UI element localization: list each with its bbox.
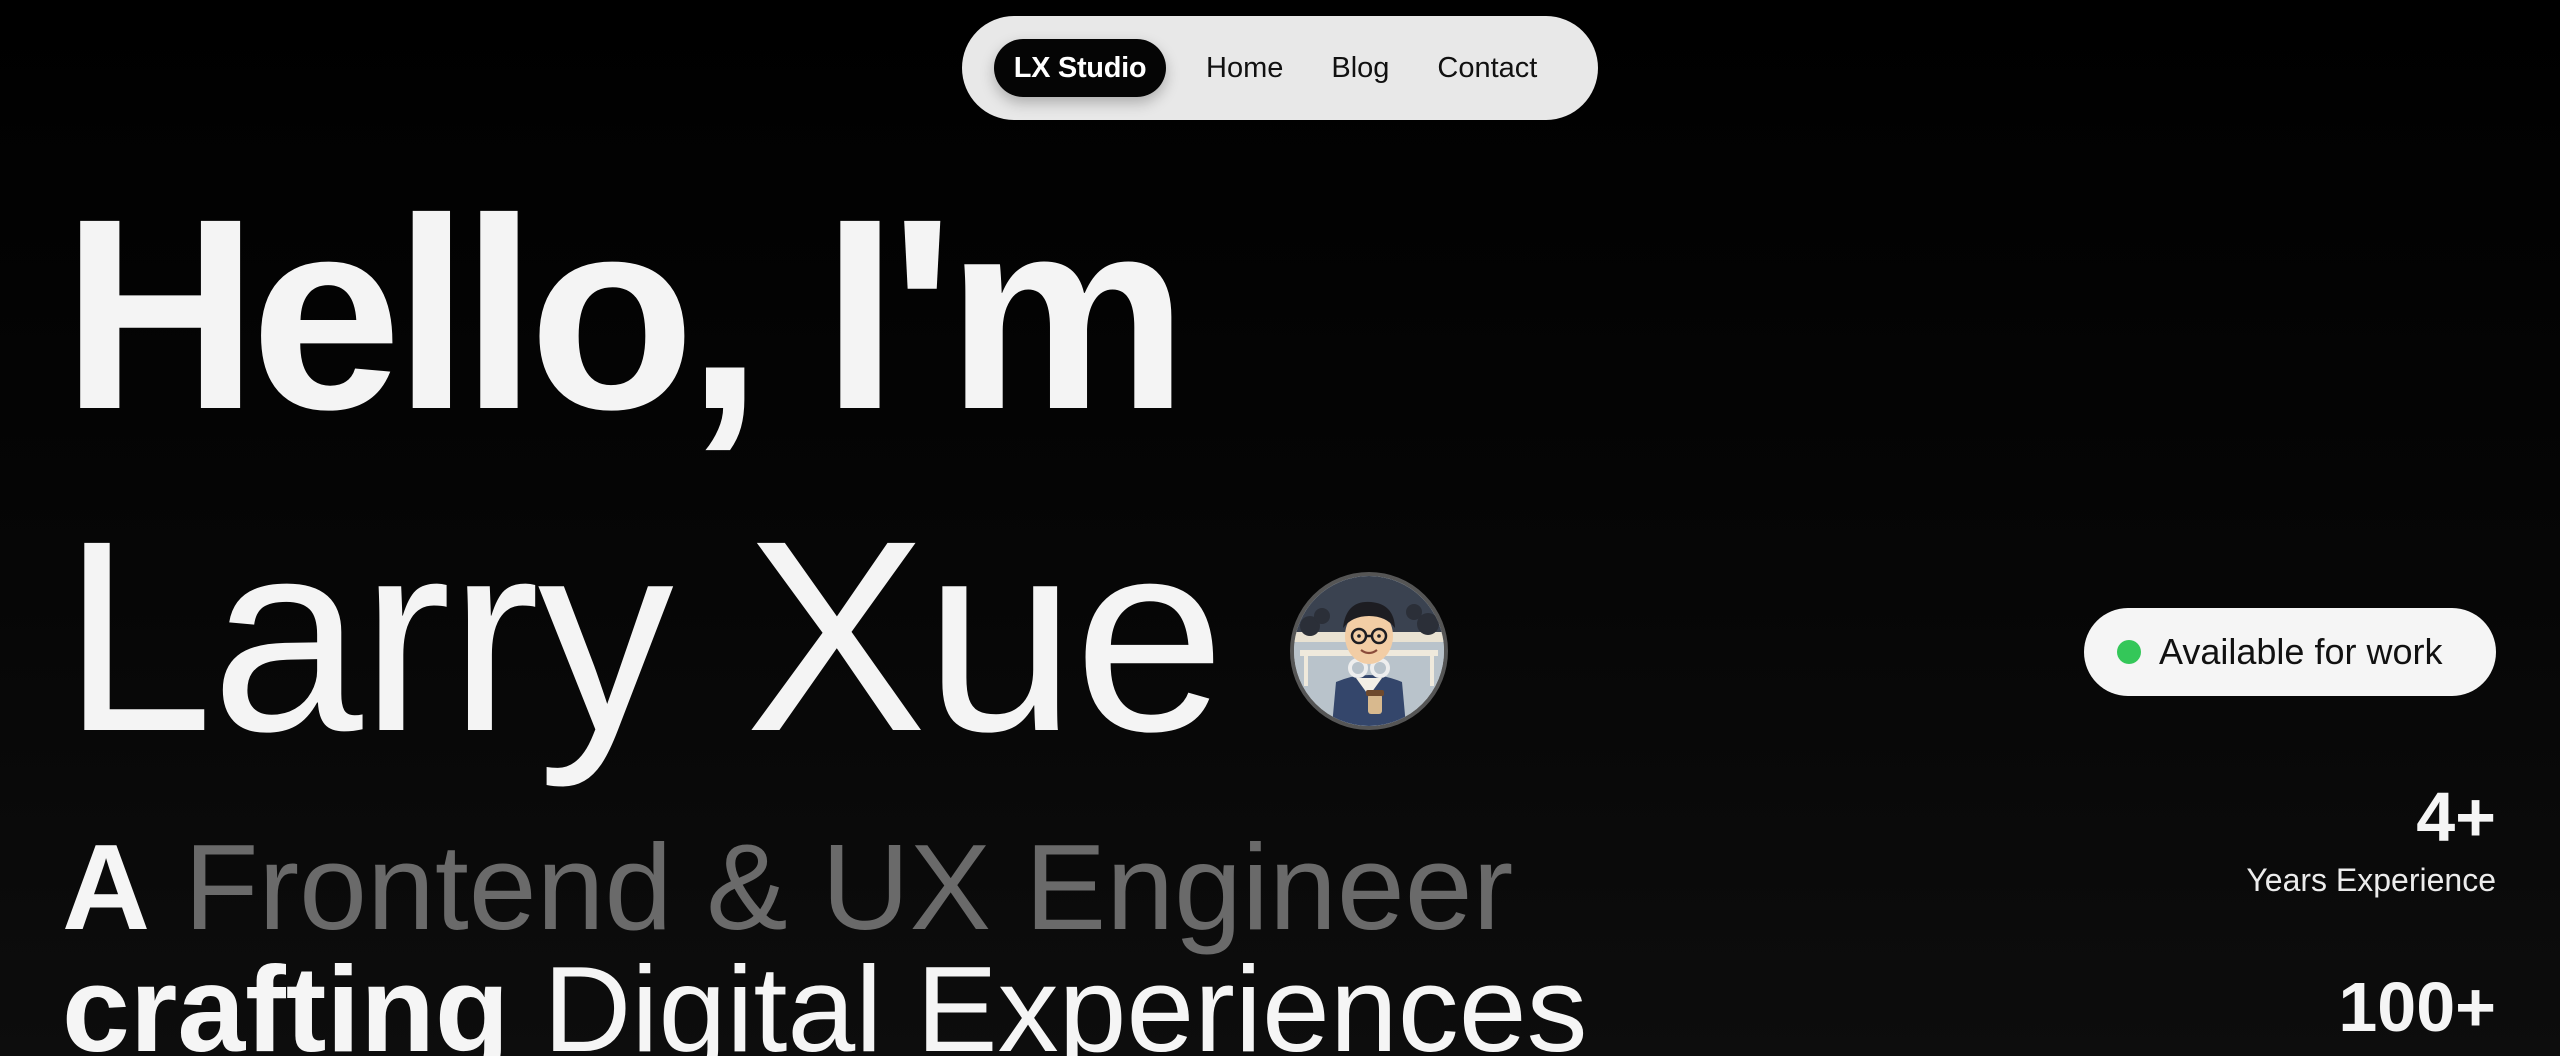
stat-label: Years Experience xyxy=(2246,862,2496,898)
nav-link-contact[interactable]: Contact xyxy=(1437,52,1537,85)
tagline-line-2: crafting Digital Experiences xyxy=(62,948,1588,1056)
top-nav: LX Studio Home Blog Contact xyxy=(962,16,1598,120)
tagline-line-1: A Frontend & UX Engineer xyxy=(62,826,1513,948)
availability-label: Available for work xyxy=(2159,631,2443,672)
nav-link-blog[interactable]: Blog xyxy=(1331,52,1389,85)
status-dot-icon xyxy=(2117,640,2141,664)
brand-link[interactable]: LX Studio xyxy=(994,39,1166,97)
page: LX Studio Home Blog Contact Hello, I'm L… xyxy=(0,0,2560,1056)
avatar xyxy=(1290,572,1448,730)
tagline-role: Frontend & UX Engineer xyxy=(184,819,1514,955)
stat-value: 100+ xyxy=(2338,968,2496,1046)
stat-experience: 4+ Years Experience xyxy=(2246,782,2496,899)
avatar-illustration-icon xyxy=(1294,576,1444,726)
availability-badge[interactable]: Available for work xyxy=(2084,608,2496,696)
tagline-object: Digital Experiences xyxy=(543,941,1588,1056)
hero-name: Larry Xue xyxy=(62,484,1225,788)
stat-value: 4+ xyxy=(2416,778,2496,856)
nav-link-home[interactable]: Home xyxy=(1206,52,1283,85)
tagline-verb: crafting xyxy=(62,941,510,1056)
hero-greeting: Hello, I'm xyxy=(62,162,1188,466)
tagline-article: A xyxy=(62,819,151,955)
stat-projects: 100+ xyxy=(2338,972,2496,1042)
